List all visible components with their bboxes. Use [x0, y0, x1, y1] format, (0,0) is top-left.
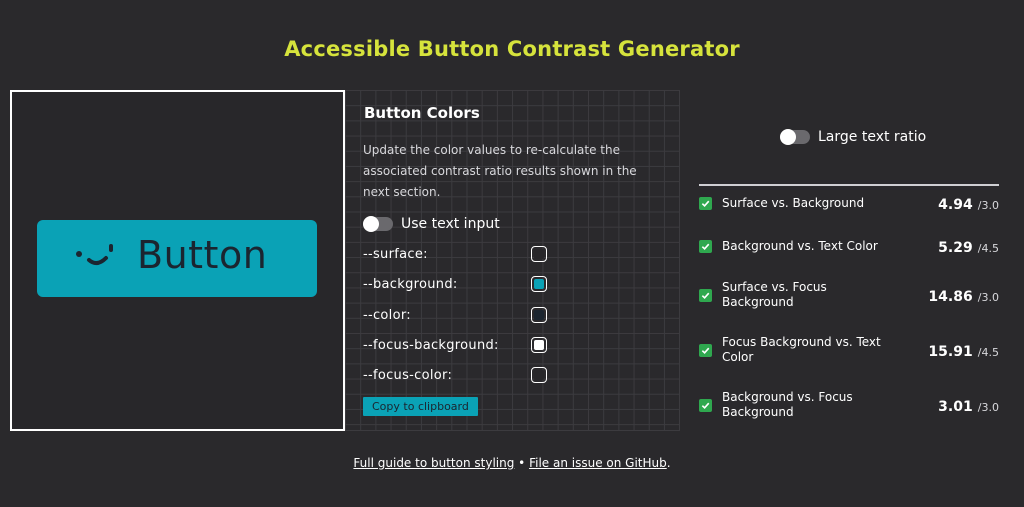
- result-target: /3.0: [977, 400, 999, 414]
- colors-description: Update the color values to re-calculate …: [363, 143, 637, 199]
- focus-color-swatch[interactable]: [531, 367, 547, 383]
- color-row-focus-color: --focus-color:: [363, 365, 547, 385]
- result-label: Focus Background vs. Text Color: [722, 335, 881, 364]
- check-icon: [699, 197, 712, 210]
- text-color-swatch[interactable]: [531, 307, 547, 323]
- color-row-focus-background: --focus-background:: [363, 335, 547, 355]
- toggle-knob: [363, 216, 379, 232]
- result-label: Background vs. Focus Background: [722, 390, 853, 419]
- result-label: Surface vs. Focus Background: [722, 280, 827, 309]
- colors-heading: Button Colors: [364, 104, 480, 122]
- result-value: 15.91 /4.5: [928, 341, 999, 360]
- check-icon: [699, 398, 712, 412]
- color-row-background: --background:: [363, 274, 547, 294]
- copy-to-clipboard-button[interactable]: Copy to clipboard: [363, 397, 478, 416]
- result-ratio: 15.91: [928, 343, 973, 360]
- large-text-toggle[interactable]: [780, 129, 810, 145]
- text-input-toggle-row: Use text input: [363, 216, 500, 232]
- toggle-knob: [780, 129, 796, 145]
- button-styling-guide-link[interactable]: Full guide to button styling: [353, 456, 514, 470]
- large-text-toggle-label: Large text ratio: [818, 129, 927, 145]
- results-divider: [699, 184, 999, 186]
- color-label: --color:: [363, 307, 411, 323]
- result-target: /4.5: [977, 242, 999, 255]
- result-ratio: 4.94: [938, 197, 973, 213]
- check-icon: [699, 343, 712, 357]
- check-icon: [699, 240, 712, 253]
- result-row: Focus Background vs. Text Color 15.91 /4…: [699, 335, 999, 365]
- focus-background-label: --focus-background:: [363, 337, 499, 353]
- result-ratio: 14.86: [928, 288, 973, 305]
- text-input-toggle[interactable]: [363, 216, 393, 232]
- check-icon: [699, 288, 712, 302]
- result-value: 5.29 /4.5: [938, 237, 999, 256]
- footer-separator: •: [518, 456, 526, 470]
- text-input-toggle-label: Use text input: [401, 216, 500, 232]
- result-label: Surface vs. Background: [722, 196, 865, 210]
- button-preview-panel: Button: [10, 90, 345, 431]
- focus-background-color-swatch[interactable]: [531, 337, 547, 353]
- result-row: Background vs. Focus Background 3.01 /3.…: [699, 390, 999, 420]
- demo-button[interactable]: Button: [37, 220, 317, 297]
- github-issue-link[interactable]: File an issue on GitHub: [529, 456, 667, 470]
- focus-color-label: --focus-color:: [363, 367, 453, 383]
- result-ratio: 3.01: [938, 398, 973, 415]
- result-row: Background vs. Text Color 5.29 /4.5: [699, 237, 999, 256]
- color-row-surface: --surface:: [363, 244, 547, 264]
- result-target: /4.5: [977, 345, 999, 359]
- page-title: Accessible Button Contrast Generator: [284, 37, 740, 61]
- result-target: /3.0: [977, 199, 999, 212]
- demo-button-label: Button: [137, 233, 268, 277]
- result-value: 3.01 /3.0: [938, 396, 999, 415]
- color-row-color: --color:: [363, 305, 547, 325]
- footer-period: .: [666, 456, 671, 470]
- button-colors-panel: Button Colors Update the color values to…: [345, 90, 680, 431]
- surface-label: --surface:: [363, 246, 428, 262]
- contrast-results-panel: Large text ratio Surface vs. Background …: [699, 90, 999, 430]
- background-label: --background:: [363, 276, 458, 292]
- smiley-icon: [76, 244, 113, 265]
- surface-color-swatch[interactable]: [531, 246, 547, 262]
- result-ratio: 5.29: [938, 240, 973, 256]
- footer: Full guide to button styling • File an i…: [0, 456, 1024, 470]
- result-row: Surface vs. Background 4.94 /3.0: [699, 194, 999, 213]
- result-label: Background vs. Text Color: [722, 239, 878, 253]
- result-row: Surface vs. Focus Background 14.86 /3.0: [699, 280, 999, 310]
- result-value: 4.94 /3.0: [938, 194, 999, 213]
- large-text-toggle-row: Large text ratio: [780, 129, 926, 145]
- result-value: 14.86 /3.0: [928, 286, 999, 305]
- result-target: /3.0: [977, 290, 999, 304]
- background-color-swatch[interactable]: [531, 276, 547, 292]
